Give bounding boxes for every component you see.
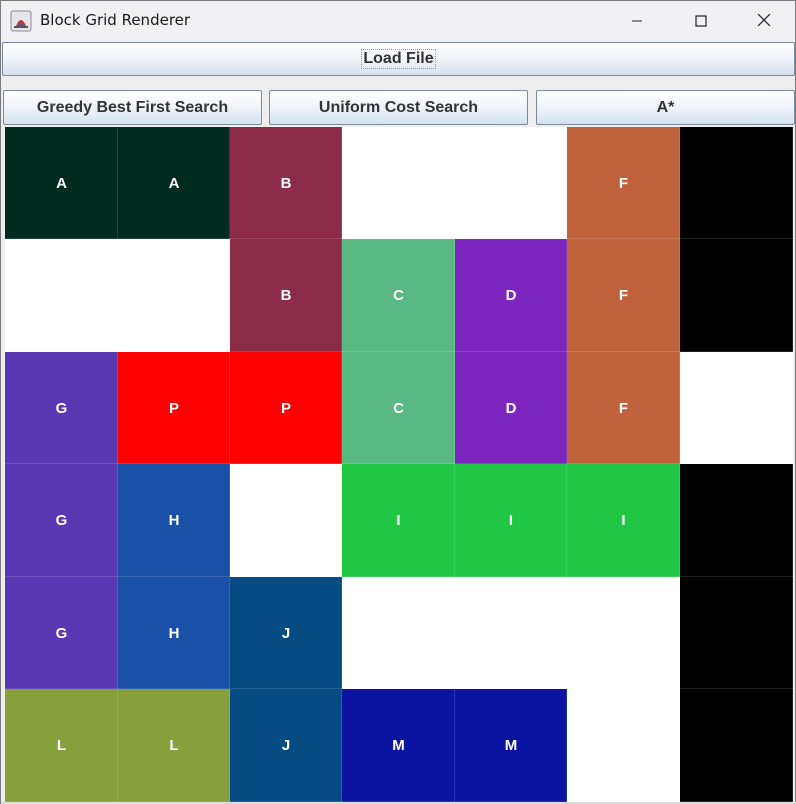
grid-cell: C: [342, 352, 455, 464]
title-bar[interactable]: Block Grid Renderer: [1, 1, 795, 41]
grid-cell: [680, 689, 793, 802]
grid-cell: B: [230, 239, 342, 352]
uniform-cost-search-button[interactable]: Uniform Cost Search: [269, 90, 528, 125]
java-app-icon: [10, 10, 32, 32]
block-grid: AABFBCDFGPPCDFGHIIIGHJLLJMM: [5, 127, 793, 802]
grid-cell: A: [5, 127, 118, 239]
grid-cell: I: [342, 464, 455, 577]
grid-cell: L: [118, 689, 230, 802]
grid-cell: A: [118, 127, 230, 239]
grid-cell: F: [567, 239, 680, 352]
grid-cell: L: [5, 689, 118, 802]
grid-cell: I: [455, 464, 567, 577]
grid-cell: [230, 464, 342, 577]
maximize-icon: [695, 12, 707, 31]
grid-cell: [567, 689, 680, 802]
grid-cell: P: [230, 352, 342, 464]
minimize-button[interactable]: [605, 1, 669, 41]
grid-cell: [455, 577, 567, 689]
maximize-button[interactable]: [669, 1, 733, 41]
load-file-label: Load File: [361, 49, 436, 69]
algorithm-button-row: Greedy Best First Search Uniform Cost Se…: [1, 90, 796, 126]
grid-cell: D: [455, 352, 567, 464]
grid-cell: [567, 577, 680, 689]
grid-cell: [455, 127, 567, 239]
grid-cell: M: [455, 689, 567, 802]
grid-cell: F: [567, 127, 680, 239]
grid-cell: B: [230, 127, 342, 239]
greedy-best-first-search-button[interactable]: Greedy Best First Search: [3, 90, 262, 125]
grid-cell: G: [5, 577, 118, 689]
grid-cell: [680, 352, 793, 464]
app-window: Block Grid Renderer Load File Greedy Bes…: [0, 0, 796, 804]
close-icon: [757, 12, 771, 31]
grid-cell: P: [118, 352, 230, 464]
grid-cell: J: [230, 577, 342, 689]
grid-cell: [680, 239, 793, 352]
grid-cell: I: [567, 464, 680, 577]
grid-cell: H: [118, 464, 230, 577]
load-file-button[interactable]: Load File: [2, 42, 795, 76]
grid-cell: C: [342, 239, 455, 352]
grid-cell: G: [5, 352, 118, 464]
grid-cell: [342, 127, 455, 239]
uniform-cost-search-label: Uniform Cost Search: [318, 98, 479, 116]
grid-cell: F: [567, 352, 680, 464]
grid-cell: H: [118, 577, 230, 689]
grid-cell: J: [230, 689, 342, 802]
grid-cell: D: [455, 239, 567, 352]
grid-cell: [680, 127, 793, 239]
close-button[interactable]: [732, 1, 796, 41]
grid-cell: [118, 239, 230, 352]
grid-cell: G: [5, 464, 118, 577]
minimize-icon: [631, 12, 643, 31]
greedy-best-first-search-label: Greedy Best First Search: [36, 98, 229, 116]
grid-cell: [5, 239, 118, 352]
grid-cell: [680, 464, 793, 577]
a-star-label: A*: [656, 98, 675, 116]
grid-cell: [342, 577, 455, 689]
grid-cell: [680, 577, 793, 689]
grid-cell: M: [342, 689, 455, 802]
a-star-button[interactable]: A*: [536, 90, 795, 125]
window-title: Block Grid Renderer: [40, 11, 191, 29]
